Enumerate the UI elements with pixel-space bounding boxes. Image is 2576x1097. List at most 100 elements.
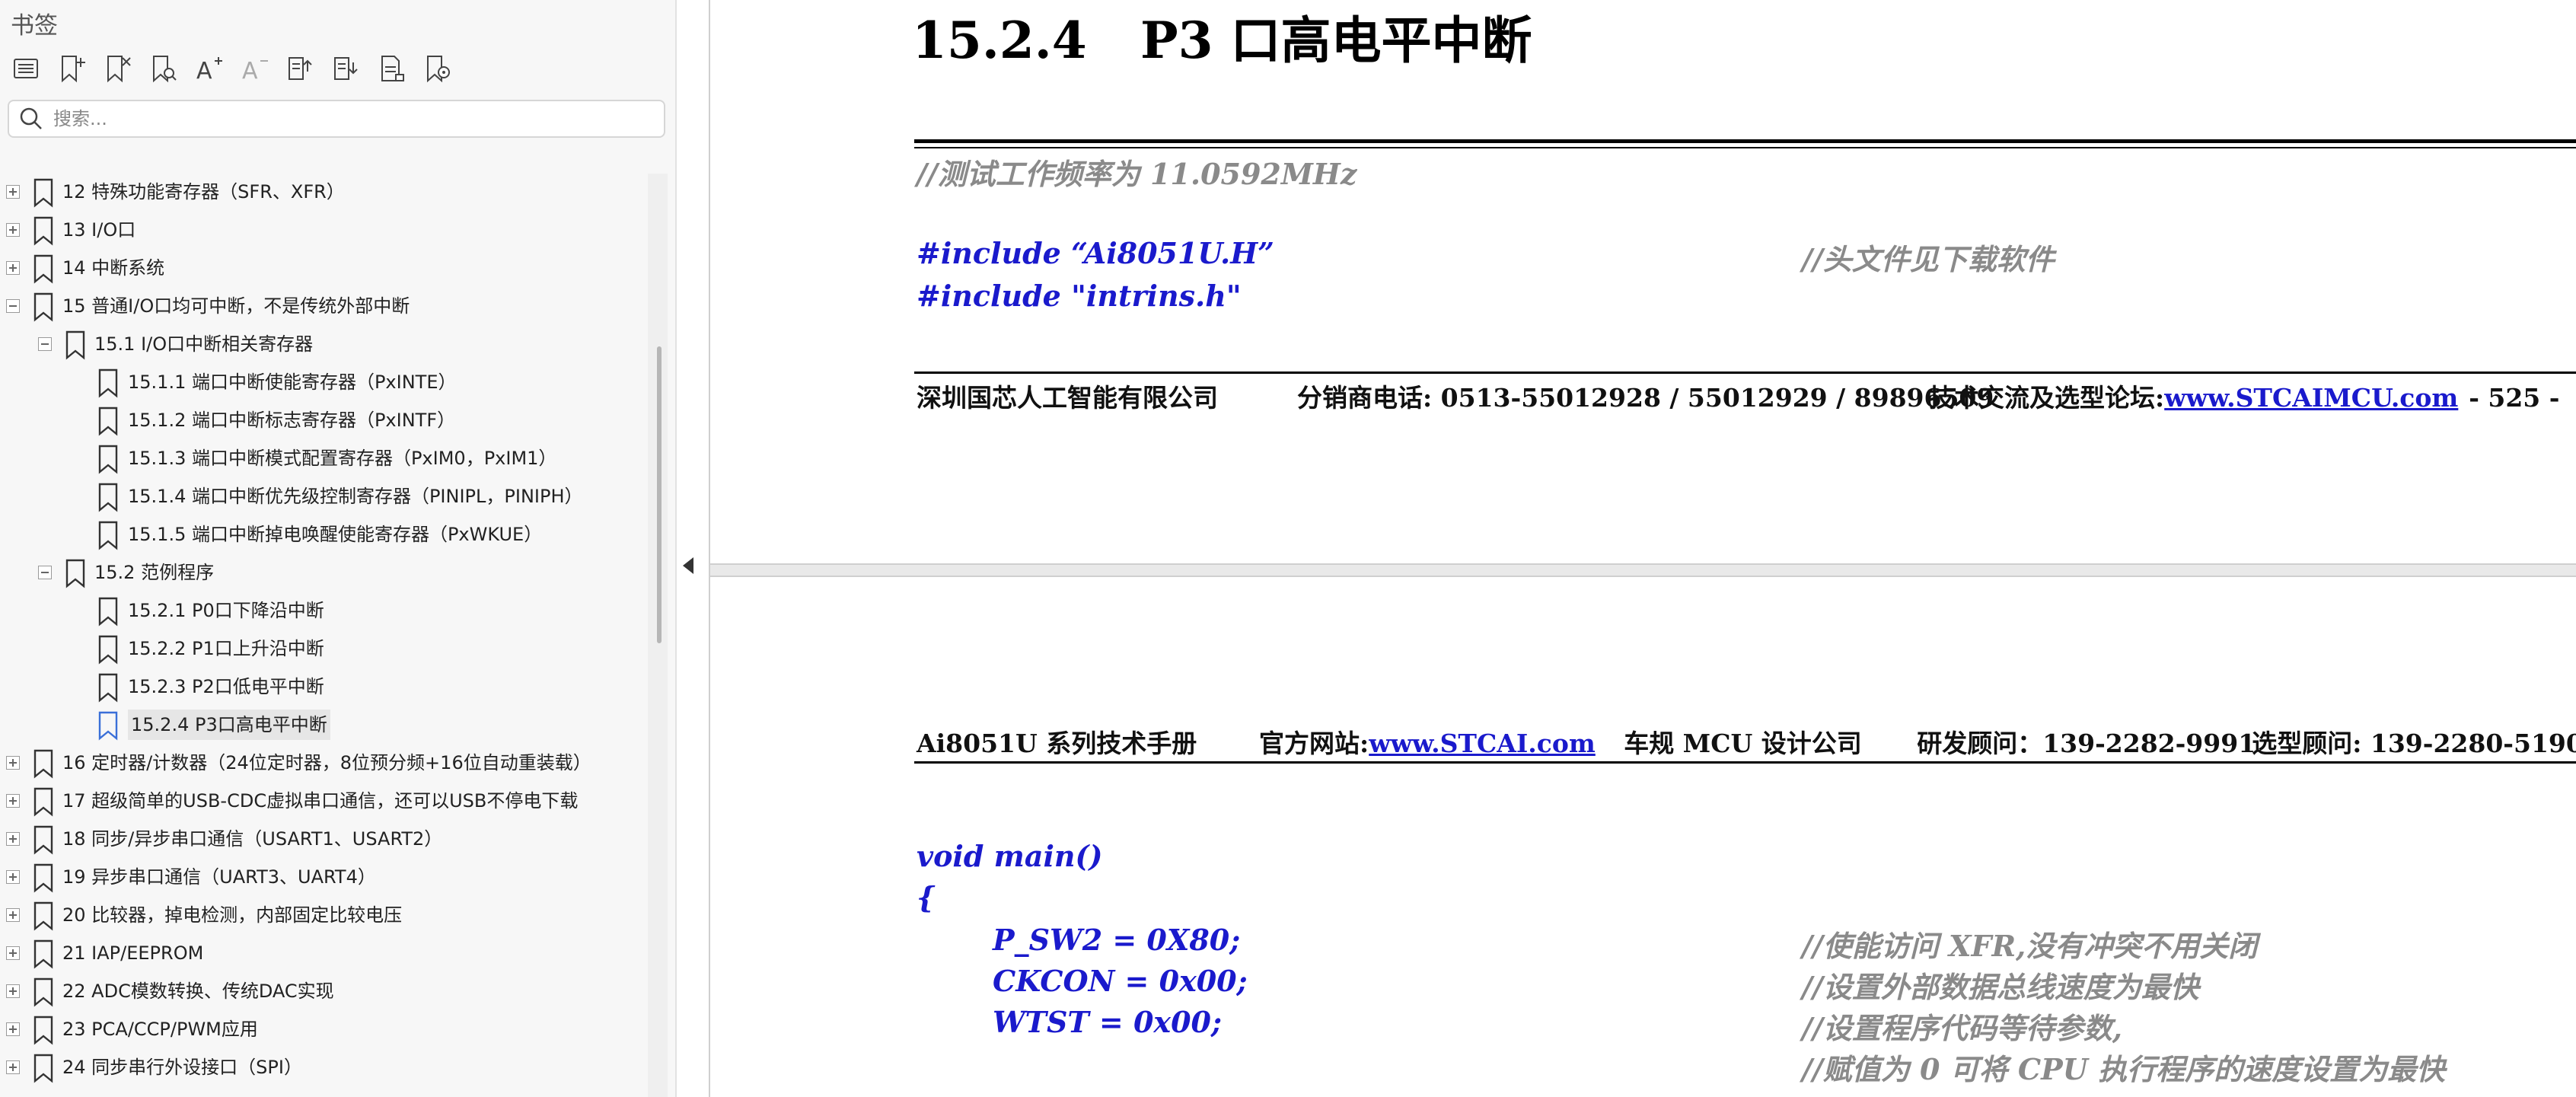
bookmark-item[interactable]: 15.2.2 P1口上升沿中断 <box>0 630 647 667</box>
bookmark-item[interactable]: 17 超级简单的USB-CDC虚拟串口通信，还可以USB不停电下载 <box>0 783 647 819</box>
bookmark-icon <box>33 749 53 779</box>
page-header: Ai8051U 系列技术手册 官方网站: www.STCAI.com 车规 MCU … <box>917 723 2576 760</box>
bookmark-icon <box>33 787 53 817</box>
bookmark-item[interactable]: 15.1.4 端口中断优先级控制寄存器（PINIPL，PINIPH） <box>0 478 647 515</box>
svg-text:A: A <box>196 58 212 84</box>
bookmark-icon <box>65 559 85 588</box>
bookmark-item[interactable]: 19 异步串口通信（UART3、UART4） <box>0 859 647 895</box>
bookmark-label: 23 PCA/CCP/PWM应用 <box>62 1019 258 1040</box>
search-input[interactable] <box>52 107 646 130</box>
bookmark-label: 13 I/O口 <box>62 219 136 241</box>
bookmark-item[interactable]: 15.2 范例程序 <box>0 554 647 591</box>
expand-icon[interactable] <box>6 185 20 199</box>
code-comment: //赋值为 0 可将 CPU 执行程序的速度设置为最快 <box>1802 1052 2446 1086</box>
collapse-panel-button[interactable] <box>677 547 700 585</box>
expand-icon[interactable] <box>6 1022 20 1036</box>
bookmark-item[interactable]: 15.2.1 P0口下降沿中断 <box>0 592 647 629</box>
bookmark-item[interactable]: 15 普通I/O口均可中断，不是传统外部中断 <box>0 288 647 324</box>
code-line: P_SW2 = 0X80; <box>993 923 1241 957</box>
collapse-icon[interactable] <box>38 566 52 579</box>
bookmark-item[interactable]: 21 IAP/EEPROM <box>0 935 647 971</box>
bookmark-label: 15.1.3 端口中断模式配置寄存器（PxIM0，PxIM1） <box>128 448 557 469</box>
heading-number: 15.2.4 <box>912 11 1087 70</box>
bookmark-icon <box>98 483 118 512</box>
collapse-icon[interactable] <box>38 337 52 351</box>
expand-icon[interactable] <box>6 984 20 998</box>
svg-text:A: A <box>242 58 258 84</box>
bookmark-item[interactable]: 15.1 I/O口中断相关寄存器 <box>0 326 647 362</box>
bookmark-item[interactable]: 13 I/O口 <box>0 212 647 248</box>
expand-icon[interactable] <box>6 756 20 770</box>
scrollbar-thumb[interactable] <box>657 346 662 643</box>
bookmark-item[interactable]: 24 同步串行外设接口（SPI） <box>0 1049 647 1086</box>
footer-rule <box>914 372 2576 374</box>
expand-icon[interactable] <box>6 832 20 846</box>
bookmark-label: 18 同步/异步串口通信（USART1、USART2） <box>62 828 443 850</box>
increase-font-icon[interactable]: A <box>189 49 228 88</box>
bookmark-label: 24 同步串行外设接口（SPI） <box>62 1057 302 1078</box>
bookmark-item[interactable]: 15.1.3 端口中断模式配置寄存器（PxIM0，PxIM1） <box>0 440 647 477</box>
document-view[interactable]: 15.2.4 P3 口高电平中断 //测试工作频率为 11.0592MHz #in… <box>709 0 2576 1097</box>
expand-icon[interactable] <box>6 870 20 884</box>
bookmark-item[interactable]: 15.1.5 端口中断掉电唤醒使能寄存器（PxWKUE） <box>0 516 647 553</box>
expand-icon[interactable] <box>6 908 20 922</box>
bookmark-search-box[interactable] <box>8 100 665 138</box>
bookmark-item[interactable]: 20 比较器，掉电检测，内部固定比较电压 <box>0 897 647 933</box>
bookmark-item[interactable]: 15.2.3 P2口低电平中断 <box>0 668 647 705</box>
bookmark-icon <box>98 597 118 627</box>
bookmark-label: 15.1.4 端口中断优先级控制寄存器（PINIPL，PINIPH） <box>128 486 583 507</box>
bookmark-icon <box>33 292 53 322</box>
page-number: - 525 - <box>2469 383 2560 413</box>
bookmark-page-icon[interactable] <box>371 49 411 88</box>
expand-icon[interactable] <box>6 261 20 275</box>
code-line: #include “Ai8051U.H” <box>917 236 1275 270</box>
bookmark-icon <box>98 368 118 398</box>
expand-icon[interactable] <box>6 223 20 237</box>
bookmark-label: 15.1.1 端口中断使能寄存器（PxINTE） <box>128 372 457 393</box>
bookmark-item[interactable]: 16 定时器/计数器（24位定时器，8位预分频+16位自动重装载） <box>0 745 647 781</box>
triangle-left-icon <box>683 557 693 574</box>
bookmark-label: 15.2.2 P1口上升沿中断 <box>128 638 324 659</box>
code-line: #include "intrins.h" <box>917 279 1242 313</box>
bookmark-icon <box>33 863 53 893</box>
decrease-font-icon[interactable]: A <box>234 49 274 88</box>
bookmark-icon <box>33 254 53 284</box>
expand-icon[interactable] <box>6 794 20 808</box>
bookmark-item[interactable]: 15.1.2 端口中断标志寄存器（PxINTF） <box>0 402 647 438</box>
bookmarks-panel: 书签 A A 搜索... 12 特殊功能寄存器（SFR、XFR） 13 I/O口… <box>0 0 677 1097</box>
find-bookmark-icon[interactable] <box>143 49 183 88</box>
site-link[interactable]: www.STCAI.com <box>1369 729 1624 758</box>
page-separator <box>710 563 2576 577</box>
code-comment: //头文件见下载软件 <box>1802 242 2055 276</box>
expand-icon[interactable] <box>6 1060 20 1074</box>
bookmark-item[interactable]: 23 PCA/CCP/PWM应用 <box>0 1011 647 1048</box>
footer-company: 深圳国芯人工智能有限公司 <box>917 383 1218 413</box>
bookmark-label: 19 异步串口通信（UART3、UART4） <box>62 866 376 888</box>
bookmark-item[interactable]: 15.1.1 端口中断使能寄存器（PxINTE） <box>0 364 647 400</box>
bookmark-item[interactable]: 14 中断系统 <box>0 250 647 286</box>
forum-link[interactable]: www.STCAIMCU.com <box>2164 383 2469 413</box>
code-comment: //设置程序代码等待参数, <box>1802 1011 2122 1045</box>
bookmark-icon <box>33 825 53 855</box>
list-icon[interactable] <box>6 49 46 88</box>
bookmark-item[interactable]: 18 同步/异步串口通信（USART1、USART2） <box>0 821 647 857</box>
header-manual: Ai8051U 系列技术手册 <box>917 729 1197 758</box>
add-bookmark-icon[interactable] <box>52 49 91 88</box>
expand-icon[interactable] <box>6 946 20 960</box>
bookmark-icon <box>65 330 85 360</box>
collapse-icon[interactable] <box>6 299 20 313</box>
header-sel-contact: 选型顾问: 139-2280-5190 <box>2252 729 2576 758</box>
collapse-all-icon[interactable] <box>326 49 365 88</box>
bookmark-item[interactable]: 12 特殊功能寄存器（SFR、XFR） <box>0 174 647 210</box>
delete-bookmark-icon[interactable] <box>97 49 137 88</box>
footer-forum-label: 技术交流及选型论坛: <box>1929 383 2165 413</box>
bookmark-icon <box>33 1054 53 1083</box>
expand-all-icon[interactable] <box>280 49 320 88</box>
bookmark-label: 14 中断系统 <box>62 257 165 279</box>
bookmark-item[interactable]: 22 ADC模数转换、传统DAC实现 <box>0 973 647 1009</box>
bookmark-settings-icon[interactable] <box>417 49 457 88</box>
panel-title: 书签 <box>11 12 58 40</box>
bookmark-icon <box>33 977 53 1007</box>
bookmark-item[interactable]: 15.2.4 P3口高电平中断 <box>0 706 647 743</box>
bookmark-icon <box>98 673 118 703</box>
